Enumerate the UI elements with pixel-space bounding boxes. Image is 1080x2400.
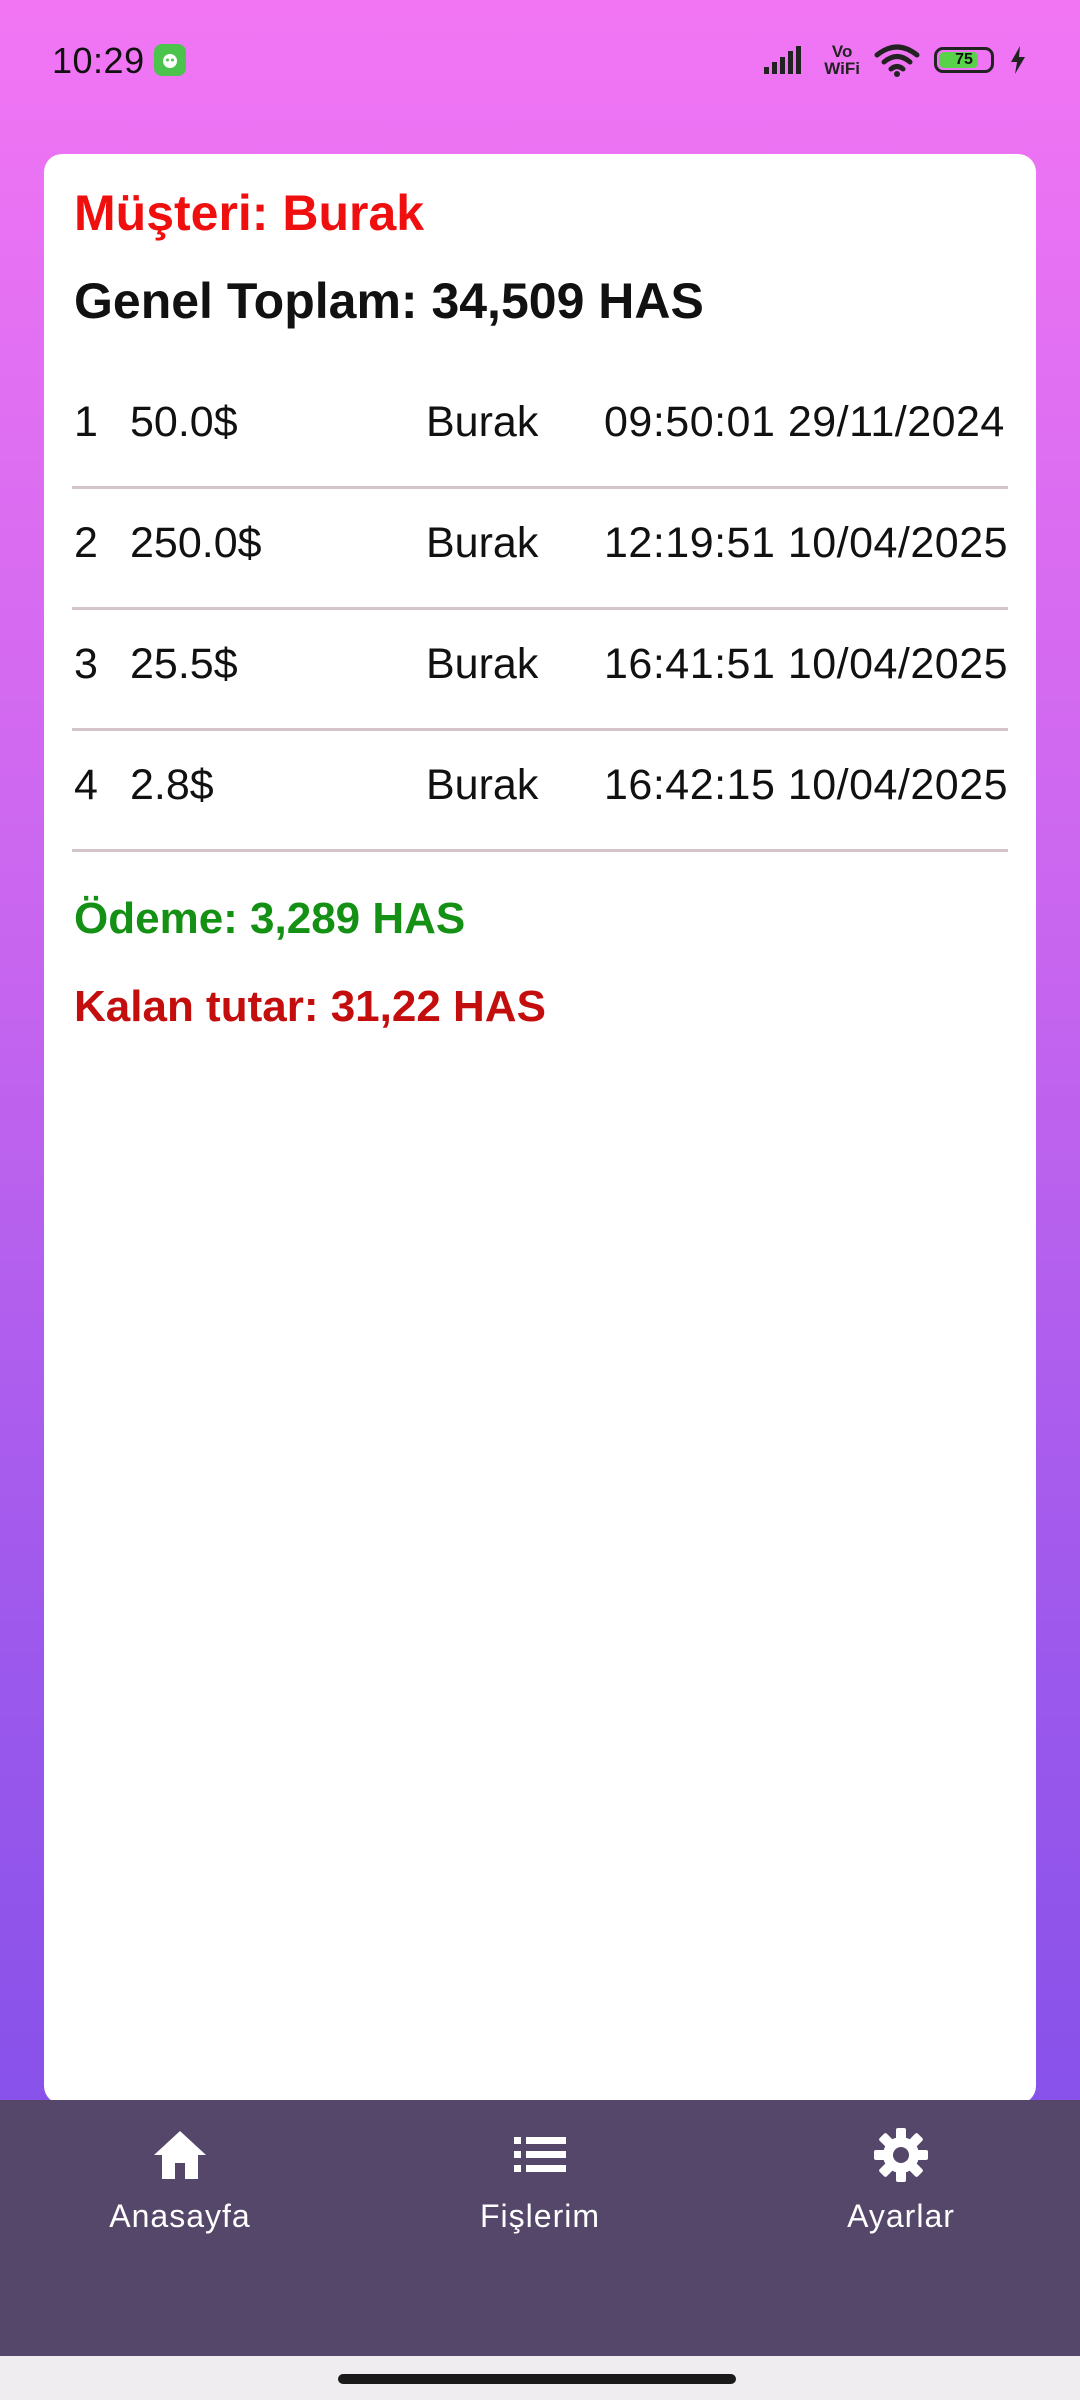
row-datetime: 09:50:01 29/11/2024 <box>604 398 1005 446</box>
battery-level: 75 <box>955 51 973 68</box>
nav-settings-label: Ayarlar <box>847 2198 955 2234</box>
nav-receipts-label: Fişlerim <box>480 2198 600 2234</box>
row-datetime: 16:41:51 10/04/2025 <box>604 640 1009 688</box>
receipt-list: 1 50.0$ Burak 09:50:01 29/11/2024 2 250.… <box>72 368 1008 852</box>
receipt-row[interactable]: 4 2.8$ Burak 16:42:15 10/04/2025 <box>72 731 1008 852</box>
gear-icon <box>781 2120 1021 2190</box>
wifi-icon <box>874 44 920 77</box>
nav-receipts[interactable]: Fişlerim <box>420 2120 660 2235</box>
grand-total: Genel Toplam: 34,509 HAS <box>74 273 704 329</box>
payment-total: Ödeme: 3,289 HAS <box>74 894 466 943</box>
nav-settings[interactable]: Ayarlar <box>781 2120 1021 2235</box>
row-index: 3 <box>74 640 98 688</box>
bottom-navigation: Anasayfa Fişlerim Ayarlar <box>0 2100 1080 2356</box>
receipt-row[interactable]: 2 250.0$ Burak 12:19:51 10/04/2025 <box>72 489 1008 610</box>
battery-icon: 75 <box>934 47 994 73</box>
row-customer-name: Burak <box>426 519 539 567</box>
row-customer-name: Burak <box>426 640 539 688</box>
vowifi-top: Vo <box>831 42 853 61</box>
customer-receipt-card: Müşteri: Burak Genel Toplam: 34,509 HAS … <box>44 154 1036 2104</box>
row-amount: 2.8$ <box>130 761 214 809</box>
home-icon <box>60 2120 300 2190</box>
status-time: 10:29 <box>52 40 145 81</box>
row-index: 4 <box>74 761 98 809</box>
row-index: 2 <box>74 519 98 567</box>
row-customer-name: Burak <box>426 398 539 446</box>
signal-icon <box>764 46 802 74</box>
nav-home-label: Anasayfa <box>109 2198 251 2234</box>
row-datetime: 16:42:15 10/04/2025 <box>604 761 1009 809</box>
receipt-row[interactable]: 1 50.0$ Burak 09:50:01 29/11/2024 <box>72 368 1008 489</box>
row-datetime: 12:19:51 10/04/2025 <box>604 519 1009 567</box>
customer-title: Müşteri: Burak <box>74 185 425 241</box>
row-index: 1 <box>74 398 98 446</box>
status-icons: Vo WiFi 75 <box>762 38 1028 82</box>
charging-bolt-icon <box>1011 46 1025 74</box>
row-amount: 250.0$ <box>130 519 262 567</box>
receipt-row[interactable]: 3 25.5$ Burak 16:41:51 10/04/2025 <box>72 610 1008 731</box>
list-icon <box>420 2120 660 2190</box>
nav-home[interactable]: Anasayfa <box>60 2120 300 2235</box>
status-bar: 10:29 Vo WiFi 75 <box>0 0 1080 120</box>
vowifi-indicator: Vo WiFi <box>824 43 860 77</box>
vowifi-bottom: WiFi <box>824 59 860 78</box>
remaining-amount: Kalan tutar: 31,22 HAS <box>74 982 546 1031</box>
app-notification-icon <box>154 44 186 76</box>
row-amount: 50.0$ <box>130 398 238 446</box>
row-customer-name: Burak <box>426 761 539 809</box>
system-gesture-bar <box>0 2356 1080 2400</box>
row-amount: 25.5$ <box>130 640 238 688</box>
home-indicator[interactable] <box>338 2374 736 2384</box>
